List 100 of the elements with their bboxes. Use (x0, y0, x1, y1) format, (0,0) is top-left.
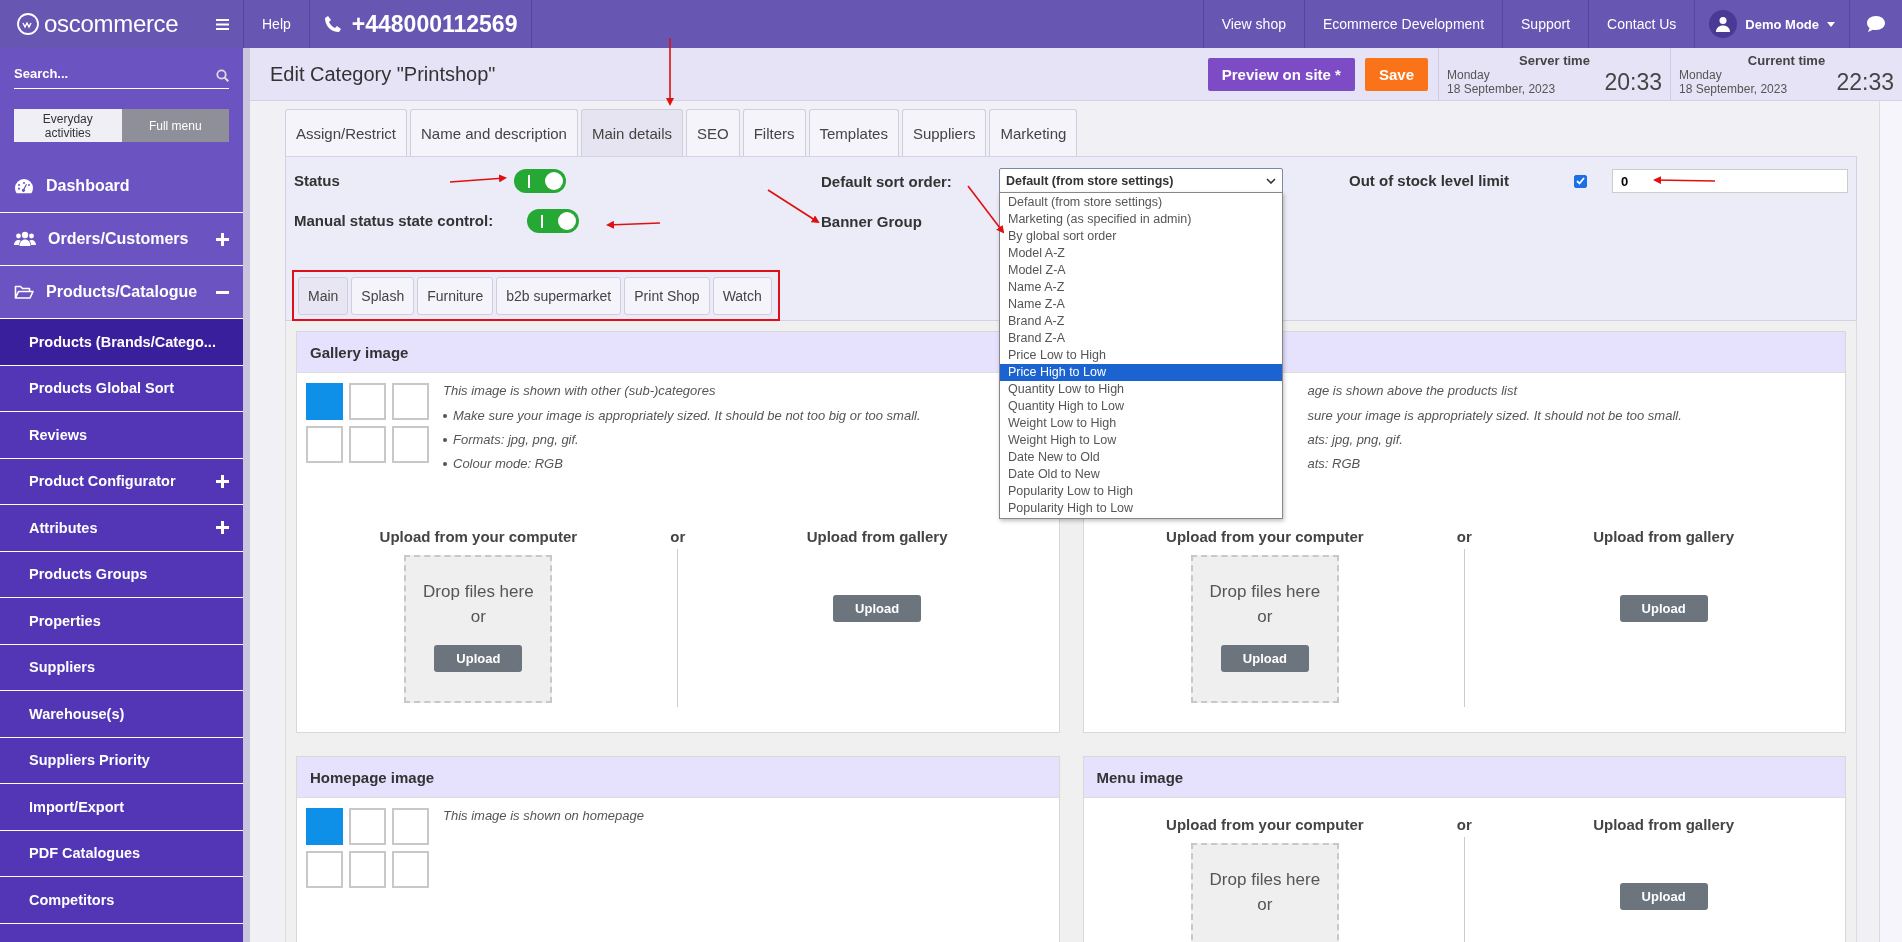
position-square[interactable] (306, 383, 343, 420)
checkbox[interactable] (1574, 174, 1587, 188)
position-square[interactable] (392, 851, 429, 888)
users-icon (14, 231, 36, 247)
user-name[interactable]: Demo Mode (1745, 16, 1819, 32)
menu-icon[interactable] (216, 18, 229, 30)
tab[interactable]: Suppliers (901, 109, 987, 156)
toggle-switch[interactable] (514, 169, 566, 193)
subtab[interactable]: Main (298, 277, 349, 315)
avatar-icon[interactable] (1709, 10, 1738, 38)
help-link[interactable]: Help (262, 16, 291, 32)
menu-mode-button[interactable]: Everyday activities (14, 109, 122, 142)
annotation-arrow (1653, 176, 1716, 185)
dropdown-option[interactable]: Model A-Z (1000, 245, 1282, 262)
position-square[interactable] (349, 851, 386, 888)
nav-item[interactable]: Orders/Customers (0, 213, 243, 266)
position-square[interactable] (306, 426, 343, 463)
position-square[interactable] (392, 808, 429, 845)
top-link[interactable]: Support (1521, 16, 1571, 32)
page-title: Edit Category "Printshop" (269, 61, 496, 87)
top-link[interactable]: View shop (1221, 16, 1286, 32)
plus-icon[interactable] (216, 474, 229, 488)
position-square[interactable] (349, 383, 386, 420)
bullet-dot (443, 437, 447, 442)
tab[interactable]: SEO (686, 109, 740, 156)
drop-text: Drop files here (1209, 869, 1321, 891)
annotation-arrow (606, 220, 661, 229)
dropdown-option[interactable]: By global sort order (1000, 228, 1282, 245)
search-field[interactable]: Search... (14, 64, 229, 89)
dropdown-option[interactable]: Brand Z-A (1000, 330, 1282, 347)
tab[interactable]: Marketing (989, 109, 1078, 156)
position-square[interactable] (306, 851, 343, 888)
stock-limit-field[interactable]: 0 (1612, 169, 1848, 193)
image-hint: Formats: jpg, png, gif. (453, 432, 579, 447)
preview-button[interactable]: Preview on site * (1207, 57, 1355, 91)
field-label: Out of stock level limit (1349, 172, 1510, 189)
drop-zone[interactable]: Drop files here or (1190, 843, 1339, 942)
position-square[interactable] (306, 808, 343, 845)
tab[interactable]: Templates (808, 109, 899, 156)
upload-label: Upload from gallery (806, 528, 948, 545)
subtab[interactable]: Splash (351, 277, 415, 315)
dropdown-option[interactable]: Weight High to Low (1000, 432, 1282, 449)
scrollbar[interactable] (243, 48, 250, 942)
dropdown-option[interactable]: Weight Low to High (1000, 415, 1282, 432)
position-square[interactable] (349, 426, 386, 463)
dropdown-option[interactable]: Popularity High to Low (1000, 500, 1282, 517)
upload-button[interactable]: Upload (833, 595, 922, 622)
scrollbar[interactable] (1879, 101, 1902, 942)
plus-icon[interactable] (216, 232, 229, 246)
drop-zone[interactable]: Drop files here or Upload (1190, 555, 1339, 703)
toggle-switch[interactable] (527, 209, 579, 233)
dropdown-option[interactable]: Popularity Low to High (1000, 483, 1282, 500)
dropdown-option[interactable]: Brand A-Z (1000, 313, 1282, 330)
annotation-arrow (666, 37, 674, 106)
chevron-icon[interactable] (1266, 178, 1276, 184)
nav-item[interactable]: Dashboard (0, 160, 243, 213)
position-square[interactable] (349, 808, 386, 845)
dropdown-option[interactable]: Default (from store settings) (1000, 194, 1282, 211)
chat-icon[interactable] (1866, 15, 1886, 33)
tab[interactable]: Assign/Restrict (285, 109, 408, 156)
tab[interactable]: Main details (580, 109, 683, 156)
nav-item[interactable]: Products/Catalogue (0, 266, 243, 319)
upload-button[interactable]: Upload (1619, 883, 1708, 910)
phone-icon (323, 15, 342, 33)
tab[interactable]: Name and description (410, 109, 578, 156)
dropdown-option[interactable]: Price High to Low (1000, 364, 1282, 381)
upload-button[interactable]: Upload (434, 645, 523, 672)
plus-icon[interactable] (216, 521, 229, 535)
clock-date: 18 September, 2023 (1447, 81, 1557, 96)
image-hint: Colour mode: RGB (453, 456, 563, 471)
subtab[interactable]: b2b supermarket (496, 277, 622, 315)
dropdown-option[interactable]: Quantity Low to High (1000, 381, 1282, 398)
dropdown-option[interactable]: Quantity High to Low (1000, 398, 1282, 415)
dropdown-option[interactable]: Name A-Z (1000, 279, 1282, 296)
drop-text: Drop files here (1209, 581, 1321, 603)
drop-zone[interactable]: Drop files here or Upload (404, 555, 553, 703)
nav-subitem[interactable]: Products (Brands/Catego... (0, 319, 243, 366)
subtab[interactable]: Furniture (417, 277, 494, 315)
top-link[interactable]: Contact Us (1607, 16, 1677, 32)
subtab[interactable]: Watch (712, 277, 772, 315)
position-square[interactable] (392, 383, 429, 420)
dropdown-option[interactable]: Model Z-A (1000, 262, 1282, 279)
tab[interactable]: Filters (742, 109, 806, 156)
dropdown-option[interactable]: Date Old to New (1000, 466, 1282, 483)
upload-button[interactable]: Upload (1619, 595, 1708, 622)
position-square[interactable] (392, 426, 429, 463)
clock-date: 18 September, 2023 (1679, 81, 1789, 96)
clock-label: Server time (1518, 52, 1591, 68)
image-hint: ats: RGB (1307, 456, 1361, 471)
sort-order-select[interactable]: Default (from store settings) (999, 168, 1283, 194)
dropdown-option[interactable]: Date New to Old (1000, 449, 1282, 466)
search-icon[interactable] (216, 69, 229, 82)
caret-icon[interactable] (1827, 21, 1835, 27)
dropdown-option[interactable]: Price Low to High (1000, 347, 1282, 364)
upload-label: Upload from gallery (1593, 816, 1735, 833)
subtab[interactable]: Print Shop (624, 277, 710, 315)
dropdown-option[interactable]: Marketing (as specified in admin) (1000, 211, 1282, 228)
dropdown-option[interactable]: Name Z-A (1000, 296, 1282, 313)
top-link[interactable]: Ecommerce Development (1322, 16, 1485, 32)
upload-button[interactable]: Upload (1220, 645, 1309, 672)
